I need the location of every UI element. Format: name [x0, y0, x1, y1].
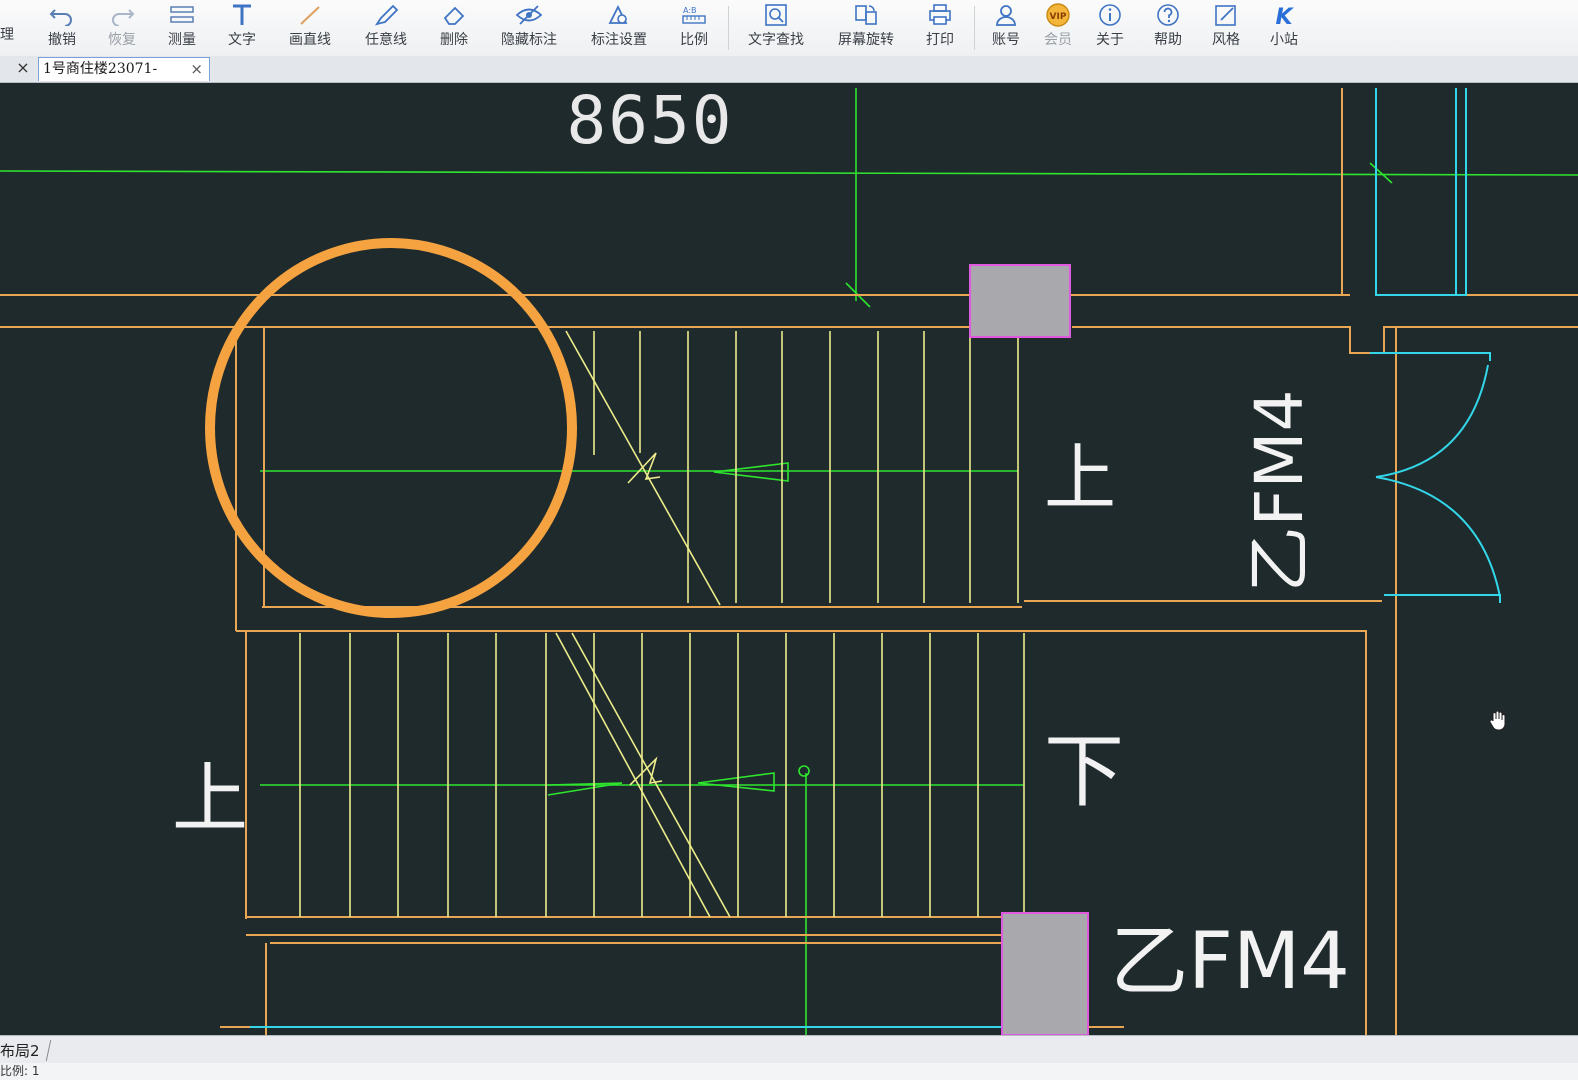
- walls: [0, 88, 1578, 1035]
- stair-down-label: 下: [1044, 725, 1124, 818]
- text-search-label: 文字查找: [748, 32, 804, 48]
- draw-line-button[interactable]: 画直线: [282, 0, 338, 54]
- k-station-icon: K: [1262, 0, 1306, 30]
- undo-label: 撤销: [48, 32, 76, 48]
- print-button[interactable]: 打印: [918, 0, 962, 54]
- pan-hand-cursor-icon: [1489, 710, 1506, 731]
- help-icon: [1146, 0, 1190, 30]
- print-label: 打印: [926, 32, 954, 48]
- delete-button[interactable]: 删除: [432, 0, 476, 54]
- stair-treads-upper: [565, 330, 1019, 606]
- toolbar-separator: [728, 6, 729, 50]
- draw-line-label: 画直线: [289, 32, 331, 48]
- line-icon: [282, 0, 338, 30]
- text-search-button[interactable]: 文字查找: [740, 0, 812, 54]
- help-button[interactable]: 帮助: [1146, 0, 1190, 54]
- rotate-screen-button[interactable]: 屏幕旋转: [830, 0, 902, 54]
- structural-column: [969, 264, 1071, 338]
- document-tab-close-icon[interactable]: ×: [190, 58, 203, 80]
- toolbar-separator: [974, 6, 975, 50]
- document-tab-bar: × 1号商住楼23071- ×: [0, 56, 1578, 83]
- vip-label: 会员: [1044, 32, 1072, 48]
- about-label: 关于: [1096, 32, 1124, 48]
- status-bar: 比例: 1: [0, 1063, 1578, 1080]
- account-icon: [984, 0, 1028, 30]
- measure-icon: [160, 0, 204, 30]
- layout-tab[interactable]: 布局2: [0, 1040, 51, 1061]
- text-icon: [220, 0, 264, 30]
- about-button[interactable]: 关于: [1088, 0, 1132, 54]
- annotation-settings-label: 标注设置: [591, 32, 647, 48]
- hide-annotation-icon: [494, 0, 564, 30]
- drawing-canvas[interactable]: 8650 上 上 下 乙FM4 乙FM4: [0, 83, 1578, 1035]
- vip-button[interactable]: VIP 会员: [1036, 0, 1080, 54]
- dimension-text-8650: 8650: [567, 83, 734, 159]
- measure-button[interactable]: 测量: [160, 0, 204, 54]
- scale-icon: A:B: [672, 0, 716, 30]
- redo-button[interactable]: 恢复: [100, 0, 144, 54]
- hide-annotation-button[interactable]: 隐藏标注: [494, 0, 564, 54]
- undo-icon: [40, 0, 84, 30]
- structural-column: [1001, 912, 1089, 1035]
- k-station-label: 小站: [1270, 32, 1298, 48]
- freehand-button[interactable]: 任意线: [358, 0, 414, 54]
- text-button[interactable]: 文字: [220, 0, 264, 54]
- scale-label: 比例: [680, 32, 708, 48]
- k-badge-text: K: [1275, 5, 1294, 28]
- rotate-screen-label: 屏幕旋转: [838, 32, 894, 48]
- eraser-icon: [432, 0, 476, 30]
- close-tab-button[interactable]: ×: [14, 58, 32, 78]
- door-tag-bottom: 乙FM4: [1110, 917, 1350, 1007]
- redo-label: 恢复: [108, 32, 136, 48]
- layout-tab-bar: 布局2: [0, 1035, 1578, 1064]
- style-icon: [1204, 0, 1248, 30]
- text-label: 文字: [228, 32, 256, 48]
- axis-circle-marker: [798, 765, 810, 777]
- vip-icon: VIP: [1036, 0, 1080, 30]
- delete-label: 删除: [440, 32, 468, 48]
- svg-text:A:B: A:B: [683, 6, 697, 15]
- annotation-settings-icon: [584, 0, 654, 30]
- document-tab-active[interactable]: 1号商住楼23071- ×: [38, 57, 210, 81]
- hide-annotation-label: 隐藏标注: [501, 32, 557, 48]
- style-label: 风格: [1212, 32, 1240, 48]
- freehand-label: 任意线: [365, 32, 407, 48]
- cad-drawing: 8650 上 上 下 乙FM4 乙FM4: [0, 83, 1578, 1035]
- account-label: 账号: [992, 32, 1020, 48]
- k-station-button[interactable]: K 小站: [1262, 0, 1306, 54]
- style-button[interactable]: 风格: [1204, 0, 1248, 54]
- stair-up-label-left: 上: [172, 754, 248, 843]
- redo-icon: [100, 0, 144, 30]
- pen-icon: [358, 0, 414, 30]
- info-icon: [1088, 0, 1132, 30]
- scale-button[interactable]: A:B 比例: [672, 0, 716, 54]
- text-search-icon: [740, 0, 812, 30]
- annotation-settings-button[interactable]: 标注设置: [584, 0, 654, 54]
- toolbar: 理 撤销 恢复 测量 文字 画直线 任意线 删除 隐藏标注 标注设置 A:B 比…: [0, 0, 1578, 57]
- toolbar-cut-label[interactable]: 理: [0, 24, 14, 44]
- measure-label: 测量: [168, 32, 196, 48]
- help-label: 帮助: [1154, 32, 1182, 48]
- stair-up-label: 上: [1044, 436, 1116, 520]
- undo-button[interactable]: 撤销: [40, 0, 84, 54]
- document-tab-label: 1号商住楼23071-: [43, 61, 158, 77]
- vip-badge-text: VIP: [1050, 12, 1067, 22]
- status-text: 比例: 1: [0, 1064, 40, 1078]
- rotate-screen-icon: [830, 0, 902, 30]
- door-tag-vertical: 乙FM4: [1241, 390, 1318, 593]
- stair-treads-lower: [299, 632, 1025, 918]
- account-button[interactable]: 账号: [984, 0, 1028, 54]
- print-icon: [918, 0, 962, 30]
